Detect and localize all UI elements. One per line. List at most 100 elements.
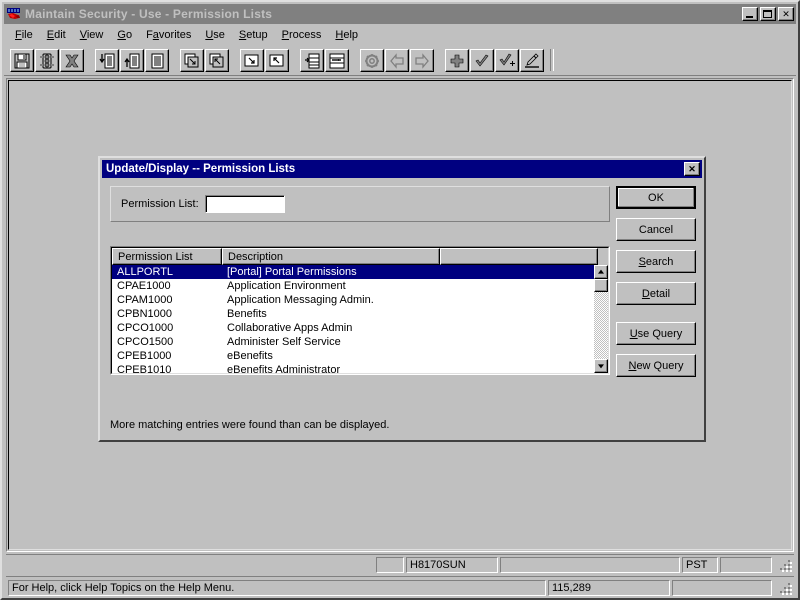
resize-grip-icon[interactable] [778,558,792,572]
row-description: Administer Self Service [222,335,552,349]
menu-file[interactable]: File [8,28,40,42]
menu-help[interactable]: Help [328,28,365,42]
table-row[interactable]: CPBN1000 Benefits [112,307,594,321]
add-icon[interactable] [445,49,469,72]
results-list[interactable]: Permission List Description ALLPORTL [Po… [110,246,610,375]
toolbar-group-tools [360,49,435,72]
app-icon [6,6,22,22]
next-panel-icon[interactable] [180,49,204,72]
ok-button[interactable]: OK [616,186,696,209]
use-query-button[interactable]: Use Query [616,322,696,345]
list-rows[interactable]: ALLPORTL [Portal] Portal Permissions CPA… [112,265,594,373]
spell-check-icon[interactable] [360,49,384,72]
traffic-light-icon[interactable] [35,49,59,72]
menu-use[interactable]: Use [198,28,232,42]
toolbar-group-actions [445,49,545,72]
window-title: Maintain Security - Use - Permission Lis… [25,7,272,21]
delete-row-icon[interactable] [325,49,349,72]
cancel-button[interactable]: Cancel [616,218,696,241]
row-code: CPAE1000 [112,279,222,293]
toolbar [4,44,796,76]
row-description: Application Messaging Admin. [222,293,552,307]
detail-button[interactable]: Detail [616,282,696,305]
save-icon[interactable] [10,49,34,72]
record-counter: 115,289 [548,580,670,596]
table-row[interactable]: ALLPORTL [Portal] Portal Permissions [112,265,594,279]
column-header-description[interactable]: Description [222,248,440,265]
status-message: More matching entries were found than ca… [110,414,610,436]
statusbar-panel-3[interactable] [500,557,680,573]
minimize-button[interactable] [742,7,758,21]
menu-setup[interactable]: Setup [232,28,275,42]
row-description: eBenefits [222,349,552,363]
back-arrow-icon[interactable] [385,49,409,72]
correction-icon[interactable] [520,49,544,72]
menu-edit[interactable]: Edit [40,28,73,42]
previous-panel-icon[interactable] [205,49,229,72]
cancel-x-icon[interactable] [60,49,84,72]
table-row[interactable]: CPCO1000 Collaborative Apps Admin [112,321,594,335]
menu-view[interactable]: View [73,28,111,42]
maximize-button[interactable] [760,7,776,21]
statusbar-timezone[interactable]: PST [682,557,718,573]
list-icon[interactable] [145,49,169,72]
insert-row-icon[interactable] [300,49,324,72]
table-row[interactable]: CPCO1500 Administer Self Service [112,335,594,349]
row-description: Application Environment [222,279,552,293]
column-header-blank[interactable] [440,248,598,265]
permission-lists-dialog: Update/Display -- Permission Lists ✕ Per… [98,156,706,442]
row-description: [Portal] Portal Permissions [222,265,552,279]
close-button[interactable]: ✕ [778,7,794,21]
update-display-all-icon[interactable] [495,49,519,72]
statusbar-panel-5[interactable] [720,557,772,573]
new-query-button[interactable]: New Query [616,354,696,377]
search-input[interactable] [208,197,280,210]
window-buttons: ✕ [740,7,796,21]
menu-favorites[interactable]: Favorites [139,28,198,42]
menu-go[interactable]: Go [110,28,139,42]
statusbar-panel-1[interactable] [376,557,404,573]
next-in-list-icon[interactable] [95,49,119,72]
update-display-icon[interactable] [470,49,494,72]
scroll-down-button[interactable] [594,359,608,373]
zoom-out-panel-icon[interactable] [265,49,289,72]
toolbar-group-panels [180,49,230,72]
row-code: CPEB1010 [112,363,222,373]
statusbar-bottom-panel-3 [672,580,772,596]
row-code: ALLPORTL [112,265,222,279]
table-row[interactable]: CPAM1000 Application Messaging Admin. [112,293,594,307]
dialog-close-button[interactable]: ✕ [684,162,700,176]
previous-in-list-icon[interactable] [120,49,144,72]
list-header-row: Permission List Description [112,248,608,265]
close-icon: ✕ [779,8,793,20]
row-code: CPCO1000 [112,321,222,335]
toolbar-group-file [10,49,85,72]
row-description: Benefits [222,307,552,321]
column-header-permission-list[interactable]: Permission List [112,248,222,265]
search-button[interactable]: Search [616,250,696,273]
statusbar-server[interactable]: H8170SUN [406,557,498,573]
scrollbar-thumb[interactable] [594,279,608,292]
menu-bar: File Edit View Go Favorites Use Setup Pr… [4,26,796,44]
toolbar-group-rows [300,49,350,72]
forward-arrow-icon[interactable] [410,49,434,72]
table-row[interactable]: CPAE1000 Application Environment [112,279,594,293]
table-row[interactable]: CPEB1000 eBenefits [112,349,594,363]
row-code: CPEB1000 [112,349,222,363]
row-description: Collaborative Apps Admin [222,321,552,335]
zoom-in-panel-icon[interactable] [240,49,264,72]
resize-grip-icon[interactable] [778,581,792,595]
menu-process[interactable]: Process [275,28,329,42]
list-vertical-scrollbar[interactable] [594,265,608,373]
chevron-down-icon [598,364,604,368]
dialog-titlebar: Update/Display -- Permission Lists ✕ [102,160,702,178]
table-row[interactable]: CPEB1010 eBenefits Administrator [112,363,594,373]
permission-list-input[interactable] [205,195,285,213]
chevron-up-icon [598,270,604,274]
toolbar-group-zoom [240,49,290,72]
close-icon: ✕ [688,165,696,174]
help-text: For Help, click Help Topics on the Help … [8,580,546,596]
application-window: Maintain Security - Use - Permission Lis… [0,0,800,600]
scroll-up-button[interactable] [594,265,608,279]
row-code: CPBN1000 [112,307,222,321]
